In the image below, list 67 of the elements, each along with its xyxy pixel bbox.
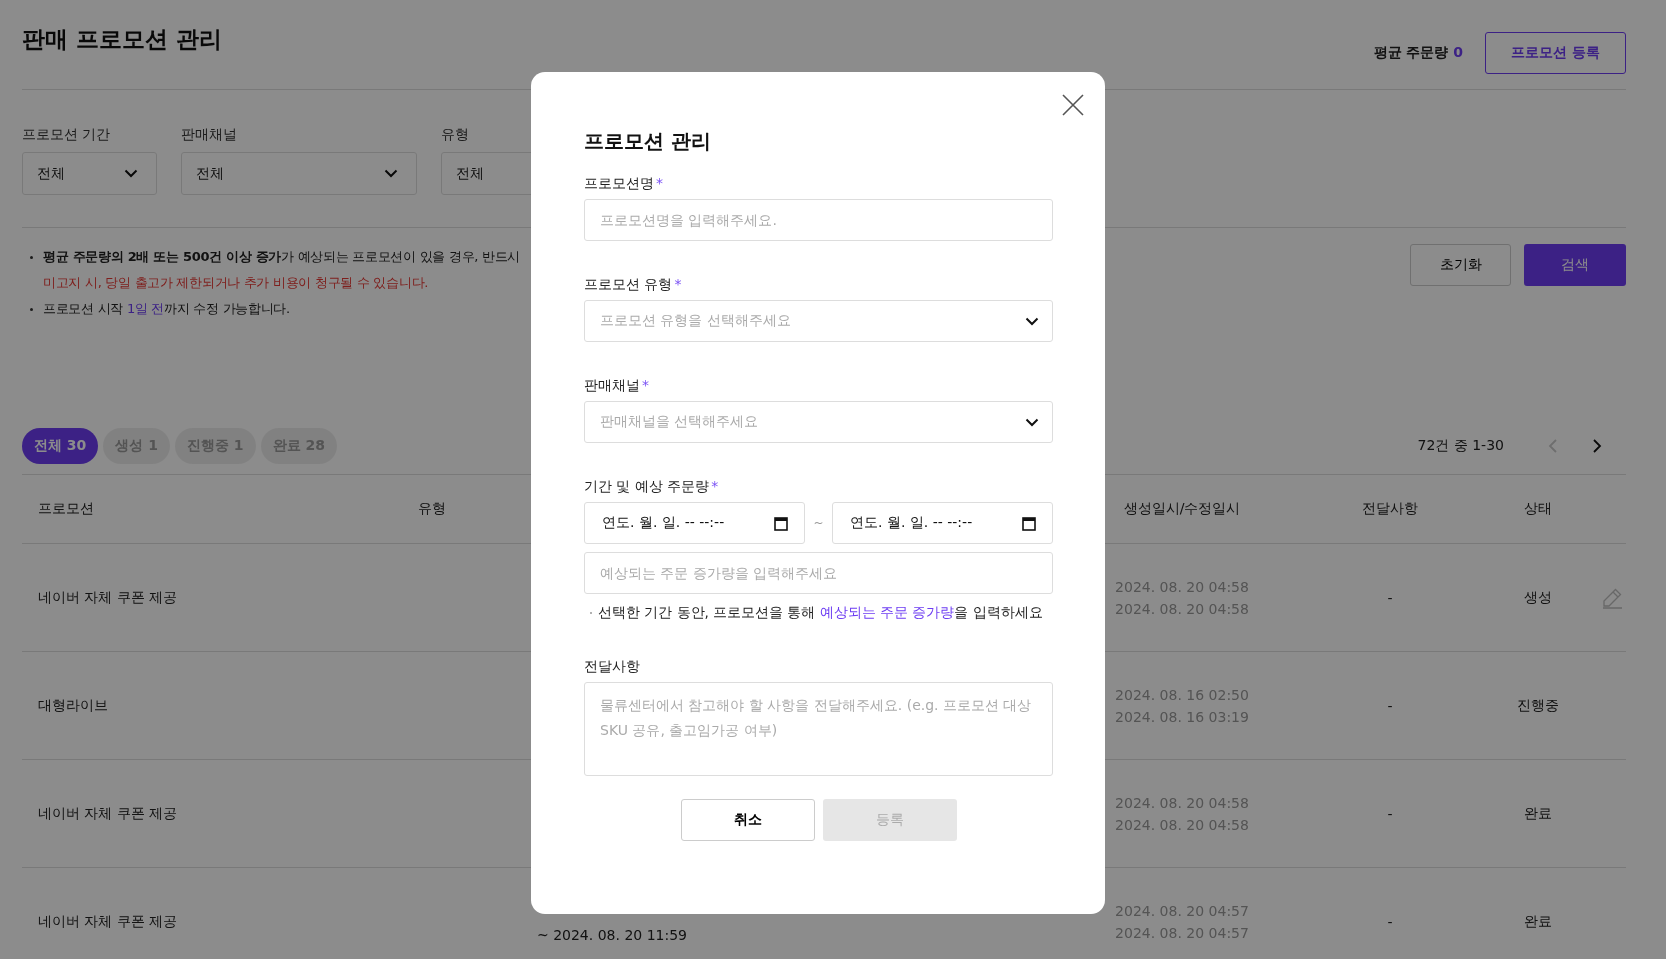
table-cell-text: 대형라이브 <box>37 696 109 715</box>
table-cell: - <box>1387 805 1393 822</box>
filter-select[interactable]: 전체 <box>181 152 417 195</box>
input-field[interactable]: 프로모션명을 입력해주세요. <box>584 199 1053 241</box>
range-separator: ~ <box>813 516 824 530</box>
filter-select[interactable]: 전체 <box>22 152 157 195</box>
page-title: 판매 프로모션 관리 <box>22 25 222 54</box>
search-button[interactable]: 검색 <box>1524 244 1626 286</box>
table-cell: 2024. 08. 20 04:58 <box>1115 816 1249 833</box>
select-field[interactable]: 프로모션 유형을 선택해주세요 <box>584 300 1053 342</box>
field-label: 판매채널* <box>584 377 650 395</box>
textarea-field[interactable]: 물류센터에서 참고해야 할 사항을 전달해주세요. (e.g. 프로모션 대상 SKU 공유, 출고임가공 여부) <box>584 682 1053 776</box>
calendar-icon[interactable] <box>774 515 788 531</box>
bullet-icon <box>30 255 33 259</box>
table-cell: ~ 2024. 08. 20 11:59 <box>536 926 687 943</box>
average-orders: 평균 주문량 0 <box>1373 44 1463 62</box>
table-cell: 생성 <box>1524 588 1552 607</box>
calendar-icon[interactable] <box>1022 515 1036 531</box>
chevron-down-icon <box>124 169 138 178</box>
chevron-down-icon <box>1025 316 1039 326</box>
status-tab[interactable]: 전체 30 <box>22 428 99 464</box>
warning-text: 미고지 시, 당일 출고가 제한되거나 추가 비용이 청구될 수 있습니다. <box>42 274 430 292</box>
table-cell: - <box>1387 697 1393 714</box>
cancel-button[interactable]: 취소 <box>680 799 815 841</box>
table-cell: - <box>1387 913 1393 930</box>
table-cell-text: 네이버 자체 쿠폰 제공 <box>37 588 179 607</box>
date-time-field[interactable]: 연도. 월. 일. -- --:-- <box>584 502 805 544</box>
table-cell-text: 네이버 자체 쿠폰 제공 <box>37 804 179 823</box>
table-cell: 2024. 08. 20 04:58 <box>1115 578 1249 595</box>
close-icon[interactable] <box>1062 94 1084 116</box>
column-header: 생성일시/수정일시 <box>1123 500 1241 518</box>
table-cell: 2024. 08. 16 02:50 <box>1115 686 1249 703</box>
field-label: 기간 및 예상 주문량* <box>584 478 720 496</box>
field-label: 전달사항 <box>584 658 641 676</box>
table-cell: 2024. 08. 16 03:19 <box>1115 708 1249 725</box>
select-field[interactable]: 판매채널을 선택해주세요 <box>584 401 1053 443</box>
chevron-down-icon <box>384 169 398 178</box>
table-cell: 2024. 08. 20 04:57 <box>1115 924 1249 941</box>
column-header: 유형 <box>418 500 446 518</box>
reset-button[interactable]: 초기화 <box>1410 244 1511 286</box>
hint-text: 선택한 기간 동안, 프로모션을 통해 예상되는 주문 증가량을 입력하세요 <box>598 604 1043 622</box>
page-range: 72건 중 1-30 <box>1417 437 1504 455</box>
notice-text: 프로모션 시작 1일 전까지 수정 가능합니다. <box>43 300 290 318</box>
table-cell: 2024. 08. 20 04:58 <box>1115 600 1249 617</box>
table-cell: - <box>1387 589 1393 606</box>
table-cell-text: 네이버 자체 쿠폰 제공 <box>37 912 179 931</box>
next-page-icon[interactable] <box>1592 439 1602 453</box>
column-header: 상태 <box>1524 500 1552 518</box>
filter-label: 프로모션 기간 <box>22 126 111 144</box>
register-promotion-button[interactable]: 프로모션 등록 <box>1485 32 1626 74</box>
notice-text: 평균 주문량의 2배 또는 500건 이상 증가가 예상되는 프로모션이 있을 경우, 반드시 <box>43 248 521 266</box>
date-time-field[interactable]: 연도. 월. 일. -- --:-- <box>832 502 1053 544</box>
column-header: 전달사항 <box>1362 500 1418 518</box>
table-cell: 2024. 08. 20 04:57 <box>1115 902 1249 919</box>
input-field[interactable]: 예상되는 주문 증가량을 입력해주세요 <box>584 552 1053 594</box>
table-cell: 완료 <box>1524 912 1552 931</box>
table-cell: 2024. 08. 20 04:58 <box>1115 794 1249 811</box>
field-label: 프로모션 유형* <box>584 276 683 294</box>
bullet-icon <box>30 307 33 311</box>
filter-label: 유형 <box>441 126 469 144</box>
table-cell: 진행중 <box>1517 696 1559 715</box>
filter-label: 판매채널 <box>181 126 237 144</box>
table-cell: 완료 <box>1524 804 1552 823</box>
chevron-down-icon <box>1025 417 1039 427</box>
modal-title: 프로모션 관리 <box>584 128 712 155</box>
column-header: 프로모션 <box>37 500 95 518</box>
field-label: 프로모션명* <box>584 175 664 193</box>
